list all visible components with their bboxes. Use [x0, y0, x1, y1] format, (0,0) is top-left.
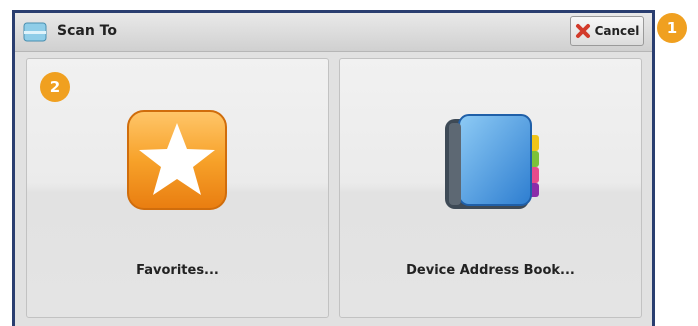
scan-to-icon	[23, 22, 47, 42]
device-address-book-label: Device Address Book...	[406, 263, 575, 278]
address-book-icon	[445, 114, 539, 209]
star-icon	[127, 110, 227, 210]
cancel-button[interactable]: Cancel	[570, 16, 644, 46]
device-address-book-tile[interactable]: Device Address Book...	[339, 58, 642, 318]
title-bar: Scan To Cancel	[15, 13, 652, 52]
window-title: Scan To	[57, 23, 117, 39]
favorites-tile[interactable]: Favorites...	[26, 58, 329, 318]
callout-1: 1	[657, 13, 687, 43]
scan-to-window: Scan To Cancel Favorites... Device Addre…	[12, 10, 655, 326]
cancel-label: Cancel	[594, 24, 640, 38]
content-area: Favorites... Device Address Book...	[15, 52, 652, 326]
favorites-label: Favorites...	[136, 263, 219, 278]
callout-2: 2	[40, 72, 70, 102]
cancel-x-icon	[575, 24, 590, 38]
